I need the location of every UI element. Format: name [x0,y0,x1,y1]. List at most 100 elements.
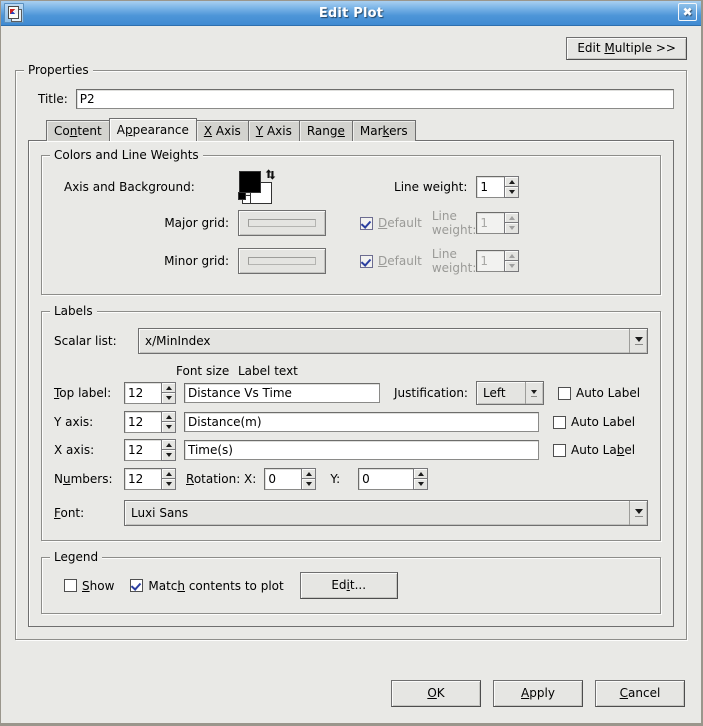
x-axis-font-size-spinner[interactable] [124,439,176,461]
legend-show-check-box [64,579,77,592]
x-axis-label-text-input[interactable] [184,440,539,460]
minor-grid-weight-increment[interactable] [504,250,520,261]
top-label-font-size-spinner[interactable] [124,382,176,404]
title-input[interactable] [75,89,674,109]
x-axis-label-row: X axis: Auto Label [54,439,648,461]
y-axis-font-size-input[interactable] [124,411,161,433]
top-label-auto-check-box [557,386,571,400]
legend-group-title: Legend [50,550,103,564]
justification-chevron-down-icon[interactable] [524,382,543,404]
line-weight-input[interactable] [476,176,505,198]
major-grid-line-weight-input[interactable] [476,212,505,234]
colors-group-title: Colors and Line Weights [50,148,203,162]
rotation-x-spinner[interactable] [264,468,317,490]
tab-x-axis-mnemonic: X [203,124,213,138]
y-axis-font-size-decrement[interactable] [161,422,176,433]
ok-button[interactable]: OK [391,679,481,707]
rotation-x-decrement[interactable] [301,479,317,490]
y-axis-label-label: Y axis: [54,415,94,429]
edit-multiple-button[interactable]: Edit Multiple >> [566,36,687,60]
legend-match-mnemonic: h [177,578,186,593]
tab-y-axis[interactable]: Y Axis [247,120,300,141]
rotation-y-increment[interactable] [413,468,429,479]
title-bar[interactable]: Edit Plot ✖ [1,1,701,26]
minor-grid-line-weight-label: Line weight: [431,247,477,275]
top-label-text-input[interactable] [184,383,380,403]
rotation-label-mnemonic: R [186,472,194,486]
color-swatch-widget[interactable] [238,169,276,204]
legend-edit-button[interactable]: Edit... [299,572,398,599]
rotation-y-input[interactable] [358,468,414,490]
x-axis-font-size-decrement[interactable] [161,450,176,461]
top-toolbar: Edit Multiple >> [1,26,701,70]
major-grid-weight-decrement[interactable] [504,223,520,234]
legend-match-check-box [130,579,144,592]
justification-combo[interactable]: Left [475,381,544,405]
numbers-font-size-spinner[interactable] [124,468,176,490]
swap-colors-icon[interactable] [265,169,276,180]
chevron-down-icon[interactable] [629,329,647,353]
major-grid-weight-increment[interactable] [504,212,520,223]
tab-content[interactable]: Content [46,120,110,141]
close-icon[interactable]: ✖ [678,3,697,21]
top-label-font-size-input[interactable] [124,382,161,404]
rotation-x-increment[interactable] [301,468,317,479]
tab-markers-pre: Mar [359,124,383,138]
minor-grid-line-weight-input[interactable] [476,250,505,272]
rotation-x-input[interactable] [264,468,302,490]
scalar-list-value: x/MinIndex [145,334,211,348]
reset-colors-icon[interactable] [238,192,251,204]
title-field-label: Title: [38,92,68,106]
top-label-auto-label-checkbox[interactable]: Auto Label [557,386,640,400]
cancel-button[interactable]: Cancel [595,679,685,707]
y-axis-font-size-spinner[interactable] [124,411,176,433]
apply-button[interactable]: Apply [493,679,583,707]
properties-group: Properties Title: Content Appearance X A… [15,63,687,640]
top-label-font-size-decrement[interactable] [161,393,176,404]
x-axis-font-size-increment[interactable] [161,439,176,450]
tab-appearance-mnemonic: p [124,123,133,137]
legend-edit-pre: Ed [331,578,347,592]
tab-appearance[interactable]: Appearance [108,118,197,141]
major-grid-default-check-box [360,216,373,230]
tab-range[interactable]: Range [298,120,353,141]
line-weight-increment[interactable] [504,176,520,187]
major-grid-line-weight-spinner[interactable] [476,212,520,234]
tab-markers[interactable]: Markers [351,120,416,141]
rotation-label: Rotation: X: [186,472,256,486]
major-grid-default-checkbox[interactable]: Default [360,216,422,230]
scalar-list-combo[interactable]: x/MinIndex [138,328,648,354]
font-combo[interactable]: Luxi Sans [124,500,648,526]
line-weight-decrement[interactable] [504,187,520,198]
numbers-font-size-input[interactable] [124,468,161,490]
numbers-label-post: mbers: [70,472,113,486]
x-axis-font-size-input[interactable] [124,439,161,461]
edit-multiple-pre: Edit [577,40,605,55]
legend-show-checkbox[interactable]: Show [64,579,114,593]
justification-value: Left [482,386,506,400]
legend-match-contents-checkbox[interactable]: Match contents to plot [130,578,284,593]
rotation-y-spinner[interactable] [358,468,429,490]
y-axis-font-size-increment[interactable] [161,411,176,422]
minor-grid-default-checkbox[interactable]: Default [360,254,422,268]
tab-content-post: tent [77,124,102,138]
y-axis-auto-label-checkbox[interactable]: Auto Label [553,415,635,429]
minor-grid-line-weight-spinner[interactable] [476,250,520,272]
numbers-font-size-decrement[interactable] [161,479,176,490]
font-chevron-down-icon[interactable] [629,501,647,525]
minor-grid-color-button[interactable] [238,248,326,274]
top-label-font-size-increment[interactable] [161,382,176,393]
scalar-list-row: Scalar list: x/MinIndex [54,328,648,354]
minor-default-mnemonic: D [378,254,388,268]
x-axis-auto-label-checkbox[interactable]: Auto Label [553,443,635,457]
major-grid-color-button[interactable] [238,210,326,236]
foreground-color-swatch[interactable] [239,171,261,193]
minor-grid-weight-decrement[interactable] [504,261,520,272]
tab-x-axis[interactable]: X Axis [195,120,249,141]
y-axis-label-text-input[interactable] [184,412,539,432]
major-grid-label: Major grid: [164,216,229,230]
ok-mnemonic: O [427,685,437,700]
line-weight-spinner[interactable] [476,176,520,198]
rotation-y-decrement[interactable] [413,479,429,490]
numbers-font-size-increment[interactable] [161,468,176,479]
